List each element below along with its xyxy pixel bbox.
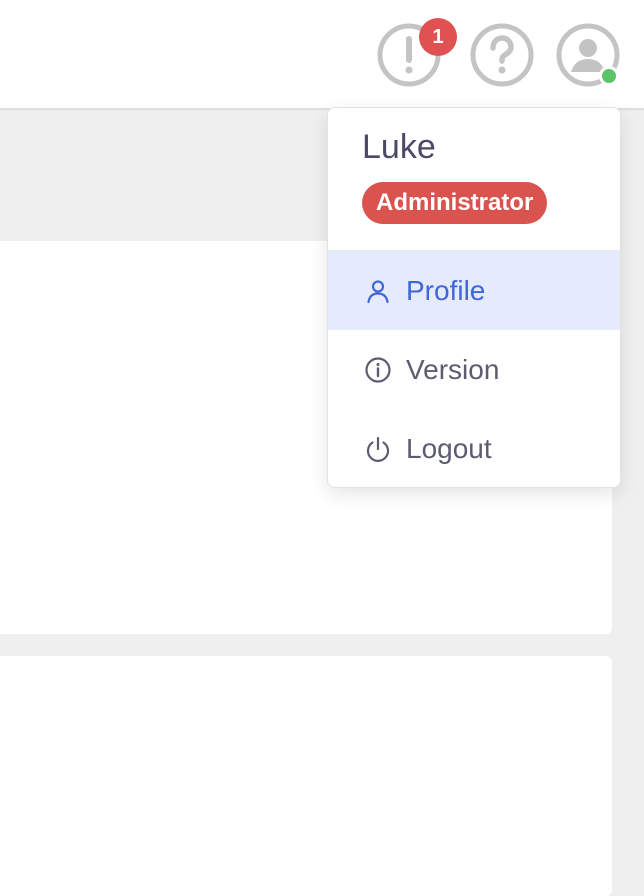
top-bar — [0, 0, 644, 110]
menu-item-logout[interactable]: Logout — [328, 409, 620, 487]
username: Luke — [362, 128, 436, 166]
help-circle-icon — [470, 23, 534, 87]
help-button[interactable] — [469, 22, 535, 88]
role-badge: Administrator — [362, 182, 548, 224]
user-dropdown-menu: Luke Administrator Profile Version Logou… — [327, 107, 621, 488]
menu-item-label: Version — [406, 353, 500, 385]
info-icon — [363, 355, 393, 385]
notification-count-badge: 1 — [419, 18, 457, 56]
user-menu-header: Luke Administrator — [328, 108, 620, 251]
menu-item-profile[interactable]: Profile — [328, 251, 620, 330]
menu-item-version[interactable]: Version — [328, 330, 620, 409]
power-icon — [363, 434, 393, 464]
content-panel — [0, 656, 612, 896]
online-status-dot — [599, 66, 619, 86]
user-icon — [363, 276, 393, 306]
menu-item-label: Profile — [406, 274, 486, 306]
menu-item-label: Logout — [406, 432, 492, 464]
